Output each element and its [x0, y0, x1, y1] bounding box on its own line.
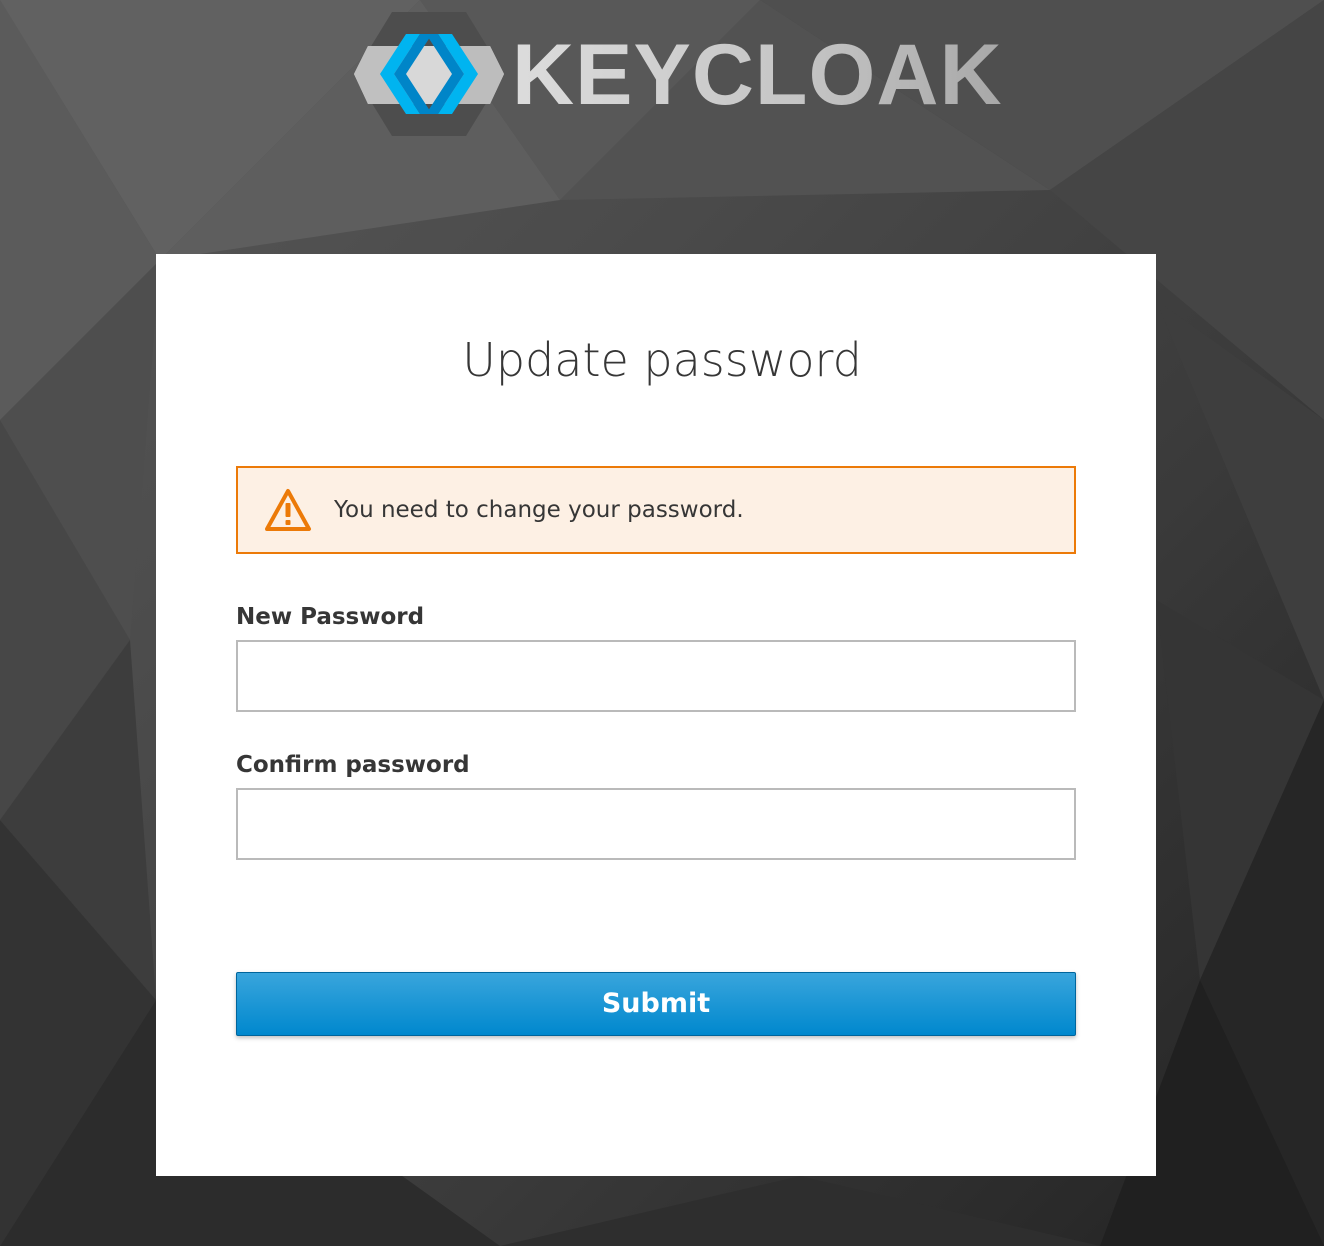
warning-triangle-icon	[264, 486, 312, 534]
warning-alert: You need to change your password.	[236, 466, 1076, 554]
new-password-label: New Password	[236, 604, 425, 630]
brand-name: KEYCLOAK	[512, 27, 1003, 123]
submit-button[interactable]: Submit	[236, 972, 1076, 1036]
alert-message: You need to change your password.	[334, 497, 744, 523]
keycloak-logo: KEYCLOAK	[354, 12, 1002, 136]
page-title: Update password	[462, 333, 862, 387]
login-card	[156, 254, 1156, 1176]
keycloak-logo-icon	[354, 12, 504, 136]
new-password-input[interactable]	[236, 640, 1076, 712]
confirm-password-input[interactable]	[236, 788, 1076, 860]
confirm-password-label: Confirm password	[236, 752, 470, 778]
